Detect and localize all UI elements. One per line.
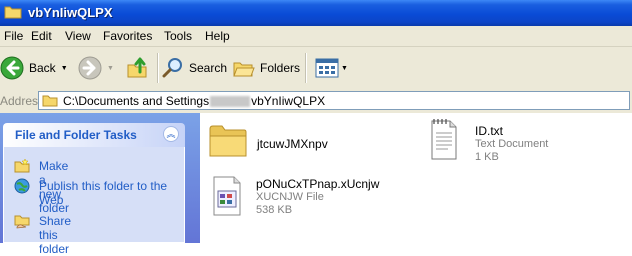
text-document-icon	[431, 119, 457, 160]
back-button[interactable]: Back ▼	[0, 52, 68, 84]
unknown-file-icon	[213, 176, 241, 216]
collapse-icon[interactable]: ︽	[163, 126, 179, 142]
forward-arrow-icon	[78, 56, 102, 80]
address-path-prefix: C:\Documents and Settings	[63, 94, 210, 108]
folders-button[interactable]: Folders	[233, 52, 300, 84]
toolbar-separator	[157, 53, 159, 83]
window-title: vbYnIiwQLPX	[28, 5, 113, 20]
toolbar-separator	[305, 53, 307, 83]
title-bar: vbYnIiwQLPX	[0, 0, 632, 26]
menu-file[interactable]: File	[4, 29, 23, 43]
menu-bar: File Edit View Favorites Tools Help	[0, 26, 632, 47]
back-label: Back	[29, 61, 56, 75]
up-folder-button[interactable]	[126, 52, 150, 84]
forward-dropdown-icon[interactable]: ▼	[107, 65, 114, 72]
folders-label: Folders	[260, 61, 301, 75]
back-arrow-icon	[0, 56, 24, 80]
toolbar: Back ▼ ▼ Search Folders ▼	[0, 47, 632, 90]
views-button[interactable]: ▼	[315, 52, 348, 84]
address-field[interactable]: C:\Documents and Settings vbYnIiwQLPX	[38, 91, 630, 110]
back-dropdown-icon[interactable]: ▼	[61, 65, 68, 72]
share-folder-icon	[14, 215, 30, 229]
publish-web-icon	[14, 178, 30, 194]
redacted-username	[210, 96, 251, 108]
menu-tools[interactable]: Tools	[164, 29, 192, 43]
file-size: 538 KB	[256, 204, 293, 216]
folders-icon	[233, 62, 255, 77]
address-bar: Address C:\Documents and Settings vbYnIiw…	[0, 89, 632, 114]
file-item[interactable]: pONuCxTPnap.xUcnjw XUCNJW File 538 KB	[210, 173, 410, 225]
task-label: Share this folder	[39, 214, 72, 256]
file-size: 1 KB	[475, 151, 499, 163]
search-icon	[162, 58, 182, 78]
menu-favorites[interactable]: Favorites	[103, 29, 152, 43]
task-panel-body: Make a new folder Publish this folder to…	[3, 147, 185, 256]
file-list: jtcuwJMXnpv ID.txt Text Document 1 KB pO…	[200, 113, 632, 243]
up-folder-icon	[127, 57, 147, 78]
task-panel-title: File and Folder Tasks	[15, 128, 137, 142]
menu-help[interactable]: Help	[205, 29, 230, 43]
file-name: ID.txt	[475, 124, 504, 138]
folder-icon	[42, 95, 58, 107]
menu-edit[interactable]: Edit	[31, 29, 52, 43]
search-label: Search	[189, 61, 228, 75]
file-name: pONuCxTPnap.xUcnjw	[256, 177, 380, 191]
file-name: jtcuwJMXnpv	[257, 137, 328, 151]
folder-item[interactable]: jtcuwJMXnpv	[208, 119, 408, 167]
views-icon	[315, 58, 339, 78]
search-button[interactable]: Search	[162, 52, 227, 84]
views-dropdown-icon[interactable]: ▼	[341, 65, 348, 72]
address-path: C:\Documents and Settings vbYnIiwQLPX	[63, 94, 325, 108]
file-type: XUCNJW File	[256, 191, 324, 203]
folder-icon	[4, 6, 22, 19]
address-path-suffix: vbYnIiwQLPX	[251, 94, 326, 108]
menu-view[interactable]: View	[65, 29, 91, 43]
forward-button[interactable]: ▼	[78, 52, 114, 84]
new-folder-icon	[14, 158, 30, 173]
task-pane: File and Folder Tasks ︽ Make a new folde…	[0, 113, 200, 256]
task-label: Publish this folder to the Web	[39, 179, 168, 207]
folder-icon	[209, 125, 247, 157]
task-panel-header[interactable]: File and Folder Tasks ︽	[3, 123, 185, 147]
file-item[interactable]: ID.txt Text Document 1 KB	[428, 117, 628, 169]
file-type: Text Document	[475, 138, 549, 150]
